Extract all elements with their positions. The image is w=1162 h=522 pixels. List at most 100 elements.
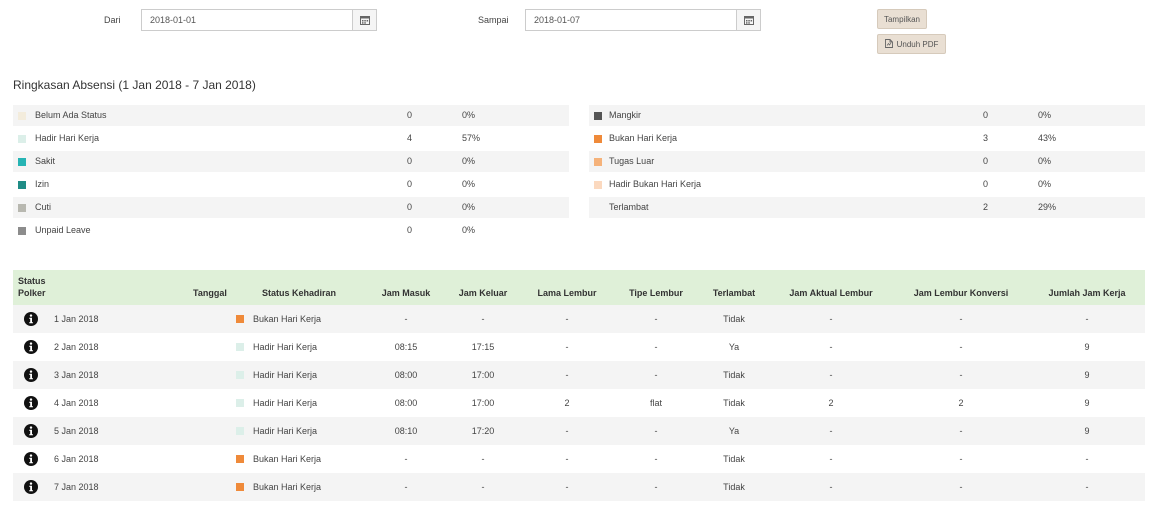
cell-jam-masuk: 08:00: [394, 398, 418, 408]
summary-row: Mangkir 0 0%: [589, 105, 1145, 126]
header-jam-masuk: Jam Masuk: [381, 288, 431, 298]
from-date-input[interactable]: [142, 10, 352, 30]
cell-jam-aktual-lembur: -: [829, 426, 833, 436]
summary-row: Unpaid Leave 0 0%: [13, 220, 569, 241]
cell-jam-keluar: 17:20: [471, 426, 495, 436]
summary-percent: 0%: [1038, 179, 1052, 189]
info-icon[interactable]: [23, 339, 39, 355]
cell-jam-aktual-lembur: 2: [828, 398, 834, 408]
status-swatch: [236, 371, 244, 379]
header-status-polker-line2: Polker: [18, 288, 46, 298]
summary-count: 0: [407, 179, 413, 189]
cell-status-kehadiran: Hadir Hari Kerja: [253, 370, 318, 380]
summary-label: Terlambat: [609, 202, 649, 212]
table-row[interactable]: 6 Jan 2018 Bukan Hari Kerja - - - - Tidak - - -: [13, 445, 1145, 473]
summary-row: Bukan Hari Kerja 3 43%: [589, 128, 1145, 149]
info-icon[interactable]: [23, 395, 39, 411]
summary-percent: 0%: [1038, 110, 1052, 120]
cell-tanggal: 5 Jan 2018: [54, 426, 99, 436]
to-date-input[interactable]: [526, 10, 736, 30]
cell-tanggal: 6 Jan 2018: [54, 454, 99, 464]
table-row[interactable]: 4 Jan 2018 Hadir Hari Kerja 08:00 17:00 2 fla…: [13, 389, 1145, 417]
status-swatch: [236, 315, 244, 323]
legend-swatch: [594, 112, 602, 120]
cell-jam-masuk: -: [404, 454, 408, 464]
cell-jam-lembur-konversi: -: [959, 370, 963, 380]
cell-tanggal: 4 Jan 2018: [54, 398, 99, 408]
header-terlambat: Terlambat: [712, 288, 756, 298]
summary-row: Hadir Hari Kerja 4 57%: [13, 128, 569, 149]
status-swatch: [236, 427, 244, 435]
status-swatch: [236, 343, 244, 351]
summary-row: Sakit 0 0%: [13, 151, 569, 172]
legend-swatch: [18, 135, 26, 143]
cell-tanggal: 3 Jan 2018: [54, 370, 99, 380]
legend-swatch: [18, 204, 26, 212]
cell-jam-aktual-lembur: -: [829, 314, 833, 324]
cell-jumlah-jam-kerja: 9: [1084, 342, 1090, 352]
cell-jumlah-jam-kerja: -: [1085, 454, 1089, 464]
table-row[interactable]: 5 Jan 2018 Hadir Hari Kerja 08:10 17:20 - - Ya…: [13, 417, 1145, 445]
summary-percent: 43%: [1038, 133, 1057, 143]
header-jumlah-jam-kerja: Jumlah Jam Kerja: [1048, 288, 1126, 298]
show-button[interactable]: Tampilkan: [877, 9, 927, 29]
cell-jumlah-jam-kerja: 9: [1084, 370, 1090, 380]
download-pdf-label: Unduh PDF: [896, 39, 939, 49]
cell-jam-keluar: -: [481, 454, 485, 464]
calendar-icon[interactable]: [352, 10, 376, 30]
to-date-field[interactable]: [525, 9, 761, 31]
cell-jam-masuk: 08:15: [394, 342, 418, 352]
summary-label: Hadir Bukan Hari Kerja: [609, 179, 702, 189]
cell-status-kehadiran: Bukan Hari Kerja: [253, 454, 322, 464]
header-lama-lembur: Lama Lembur: [537, 288, 597, 298]
table-row[interactable]: 1 Jan 2018 Bukan Hari Kerja - - - - Tidak - - -: [13, 305, 1145, 333]
info-icon[interactable]: [23, 451, 39, 467]
summary-title: Ringkasan Absensi (1 Jan 2018 - 7 Jan 20…: [13, 78, 256, 92]
cell-terlambat: Ya: [728, 426, 740, 436]
cell-tanggal: 1 Jan 2018: [54, 314, 99, 324]
download-pdf-button[interactable]: Unduh PDF: [877, 34, 946, 54]
summary-count: 0: [983, 156, 989, 166]
cell-tipe-lembur: -: [654, 482, 658, 492]
from-date-field[interactable]: [141, 9, 377, 31]
attendance-table-header: Status Polker Tanggal Status Kehadiran J…: [13, 270, 1145, 305]
header-status-kehadiran: Status Kehadiran: [261, 288, 337, 298]
summary-row: Izin 0 0%: [13, 174, 569, 195]
legend-swatch: [594, 158, 602, 166]
table-row[interactable]: 2 Jan 2018 Hadir Hari Kerja 08:15 17:15 - - Ya…: [13, 333, 1145, 361]
status-swatch: [236, 483, 244, 491]
summary-label: Cuti: [35, 202, 52, 212]
cell-jam-aktual-lembur: -: [829, 370, 833, 380]
table-row[interactable]: 7 Jan 2018 Bukan Hari Kerja - - - - Tidak - - -: [13, 473, 1145, 501]
cell-jam-keluar: 17:00: [471, 370, 495, 380]
cell-status-kehadiran: Hadir Hari Kerja: [253, 398, 318, 408]
cell-lama-lembur: -: [565, 342, 569, 352]
cell-jumlah-jam-kerja: -: [1085, 482, 1089, 492]
cell-terlambat: Ya: [728, 342, 740, 352]
summary-percent: 0%: [462, 225, 476, 235]
legend-swatch: [18, 158, 26, 166]
info-icon[interactable]: [23, 479, 39, 495]
cell-jam-lembur-konversi: 2: [958, 398, 964, 408]
header-jam-lembur-konversi: Jam Lembur Konversi: [913, 288, 1009, 298]
summary-label: Bukan Hari Kerja: [609, 133, 678, 143]
info-icon[interactable]: [23, 311, 39, 327]
summary-label: Belum Ada Status: [35, 110, 107, 120]
cell-jam-masuk: -: [404, 314, 408, 324]
cell-jam-aktual-lembur: -: [829, 482, 833, 492]
summary-count: 0: [983, 179, 989, 189]
table-row[interactable]: 3 Jan 2018 Hadir Hari Kerja 08:00 17:00 - - Ti…: [13, 361, 1145, 389]
header-jam-aktual-lembur: Jam Aktual Lembur: [789, 288, 873, 298]
info-icon[interactable]: [23, 423, 39, 439]
cell-lama-lembur: -: [565, 454, 569, 464]
to-label: Sampai: [478, 15, 509, 25]
summary-percent: 57%: [462, 133, 481, 143]
summary-row: Cuti 0 0%: [13, 197, 569, 218]
info-icon[interactable]: [23, 367, 39, 383]
cell-jam-lembur-konversi: -: [959, 426, 963, 436]
cell-jam-lembur-konversi: -: [959, 314, 963, 324]
header-tanggal: Tanggal: [193, 288, 227, 298]
calendar-icon[interactable]: [736, 10, 760, 30]
cell-lama-lembur: -: [565, 482, 569, 492]
summary-count: 0: [407, 156, 413, 166]
